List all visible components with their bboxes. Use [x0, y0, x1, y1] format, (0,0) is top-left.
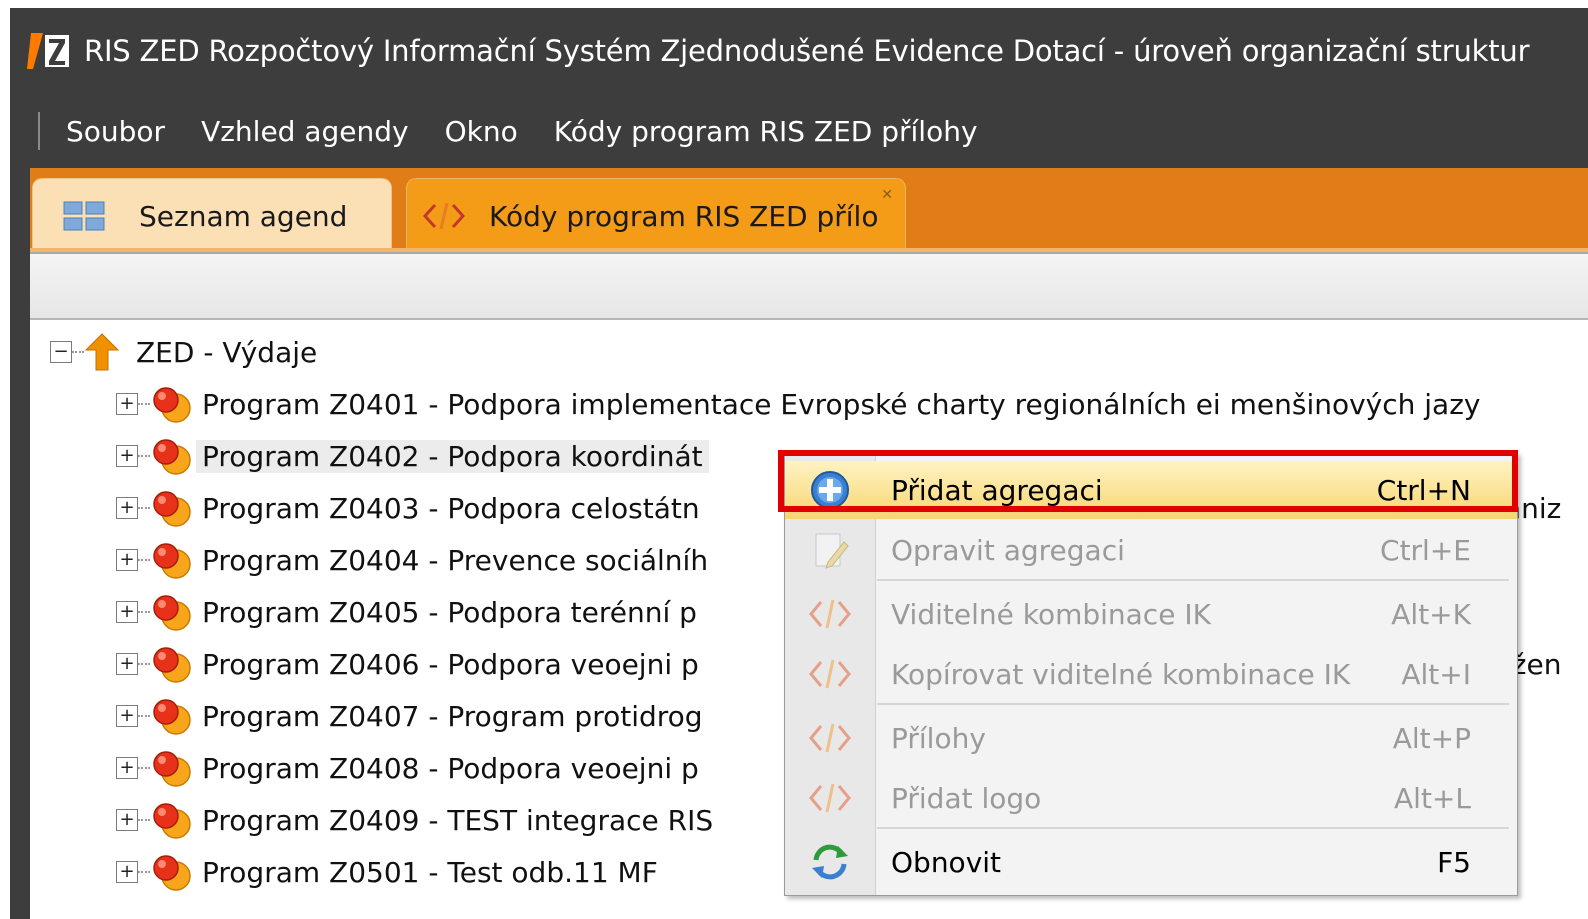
- arrow-up-icon: [84, 332, 130, 372]
- expand-icon[interactable]: +: [116, 809, 138, 831]
- tab-kody-program[interactable]: Kódy program RIS ZED přílo ✕: [406, 178, 906, 253]
- menu-soubor[interactable]: Soubor: [66, 115, 165, 148]
- tree-root-label: ZED - Výdaje: [136, 335, 318, 369]
- expand-icon[interactable]: +: [116, 393, 138, 415]
- tree-connector: [138, 507, 150, 509]
- menu-item-viditelne-kombinace[interactable]: Viditelné kombinace IK Alt+K: [785, 585, 1517, 643]
- program-node-icon: [150, 748, 196, 788]
- tree-row-label: Program Z0406 - Podpora veoejni p: [202, 647, 699, 681]
- tab-label: Seznam agend: [139, 199, 348, 233]
- tree-connector: [138, 611, 150, 613]
- program-node-icon: [150, 488, 196, 528]
- menu-okno[interactable]: Okno: [445, 115, 518, 148]
- refresh-icon: [785, 842, 875, 882]
- tree-row-label: Program Z0409 - TEST integrace RIS: [202, 803, 714, 837]
- menu-separator: [877, 703, 1509, 705]
- program-node-icon: [150, 384, 196, 424]
- title-bar: RIS ZED Rozpočtový Informační Systém Zje…: [10, 8, 1588, 94]
- expand-icon[interactable]: +: [116, 757, 138, 779]
- ris-zed-logo-icon: [26, 28, 72, 74]
- program-node-icon: [150, 800, 196, 840]
- expand-icon[interactable]: +: [116, 445, 138, 467]
- tree-root-row[interactable]: − ZED - Výdaje: [30, 326, 1588, 378]
- program-node-icon: [150, 436, 196, 476]
- menu-bar: Soubor Vzhled agendy Okno Kódy program R…: [10, 94, 1588, 168]
- tree-row-label: Program Z0404 - Prevence sociálníh: [202, 543, 709, 577]
- program-node-icon: [150, 540, 196, 580]
- tree-row-label: Program Z0401 - Podpora implementace Evr…: [202, 387, 1481, 421]
- tree-connector: [138, 559, 150, 561]
- app-window: RIS ZED Rozpočtový Informační Systém Zje…: [10, 8, 1588, 919]
- program-node-icon: [150, 696, 196, 736]
- tree-row-label: Program Z0403 - Podpora celostátn: [202, 491, 700, 525]
- tree-connector: [138, 663, 150, 665]
- expand-icon[interactable]: +: [116, 497, 138, 519]
- tree-row[interactable]: + Program Z0401 - Podpora implementace Ev…: [30, 378, 1588, 430]
- code-icon: [785, 596, 875, 632]
- menu-item-opravit-agregaci[interactable]: Opravit agregaci Ctrl+E: [785, 521, 1517, 579]
- menu-item-obnovit[interactable]: Obnovit F5: [785, 833, 1517, 891]
- tree-connector: [138, 767, 150, 769]
- tree-connector: [138, 403, 150, 405]
- grid-icon: [63, 201, 105, 231]
- tree-connector: [138, 871, 150, 873]
- tree-row-label: Program Z0405 - Podpora terénní p: [202, 595, 697, 629]
- code-icon: [785, 656, 875, 692]
- menu-item-prilohy[interactable]: Přílohy Alt+P: [785, 709, 1517, 767]
- program-node-icon: [150, 852, 196, 892]
- menu-separator: [38, 112, 40, 150]
- expand-icon[interactable]: +: [116, 861, 138, 883]
- edit-icon: [785, 528, 875, 572]
- menu-item-pridat-logo[interactable]: Přidat logo Alt+L: [785, 769, 1517, 827]
- menu-separator: [877, 579, 1509, 581]
- tree-row-label: Program Z0407 - Program protidrog: [202, 699, 703, 733]
- code-icon: [785, 720, 875, 756]
- expand-icon[interactable]: +: [116, 549, 138, 571]
- code-icon: [421, 199, 467, 233]
- tree-row-label: Program Z0402 - Podpora koordinát: [196, 439, 709, 473]
- tree-row-label: Program Z0408 - Podpora veoejni p: [202, 751, 699, 785]
- program-node-icon: [150, 644, 196, 684]
- menu-separator: [877, 827, 1509, 829]
- code-icon: [785, 780, 875, 816]
- expand-icon[interactable]: +: [116, 653, 138, 675]
- tab-strip: Seznam agend Kódy program RIS ZED přílo …: [10, 168, 1588, 253]
- expand-icon[interactable]: +: [116, 705, 138, 727]
- close-icon[interactable]: ✕: [881, 187, 893, 203]
- menu-item-kopirovat-kombinace[interactable]: Kopírovat viditelné kombinace IK Alt+I: [785, 645, 1517, 703]
- collapse-icon[interactable]: −: [50, 341, 72, 363]
- menu-vzhled-agendy[interactable]: Vzhled agendy: [201, 115, 409, 148]
- program-node-icon: [150, 592, 196, 632]
- tree-connector: [138, 819, 150, 821]
- window-title: RIS ZED Rozpočtový Informační Systém Zje…: [84, 34, 1530, 68]
- tree-row-label: Program Z0501 - Test odb.11 MF: [202, 855, 658, 889]
- left-border: [10, 94, 30, 919]
- tree-connector: [138, 455, 150, 457]
- toolbar: [30, 252, 1588, 320]
- context-menu: Přidat agregaci Ctrl+N Opravit agregaci …: [784, 452, 1518, 896]
- tab-label: Kódy program RIS ZED přílo: [489, 199, 879, 233]
- expand-icon[interactable]: +: [116, 601, 138, 623]
- tab-seznam-agend[interactable]: Seznam agend: [32, 178, 392, 253]
- tree-connector: [138, 715, 150, 717]
- menu-kody-program[interactable]: Kódy program RIS ZED přílohy: [554, 115, 978, 148]
- highlight-box: [778, 450, 1518, 512]
